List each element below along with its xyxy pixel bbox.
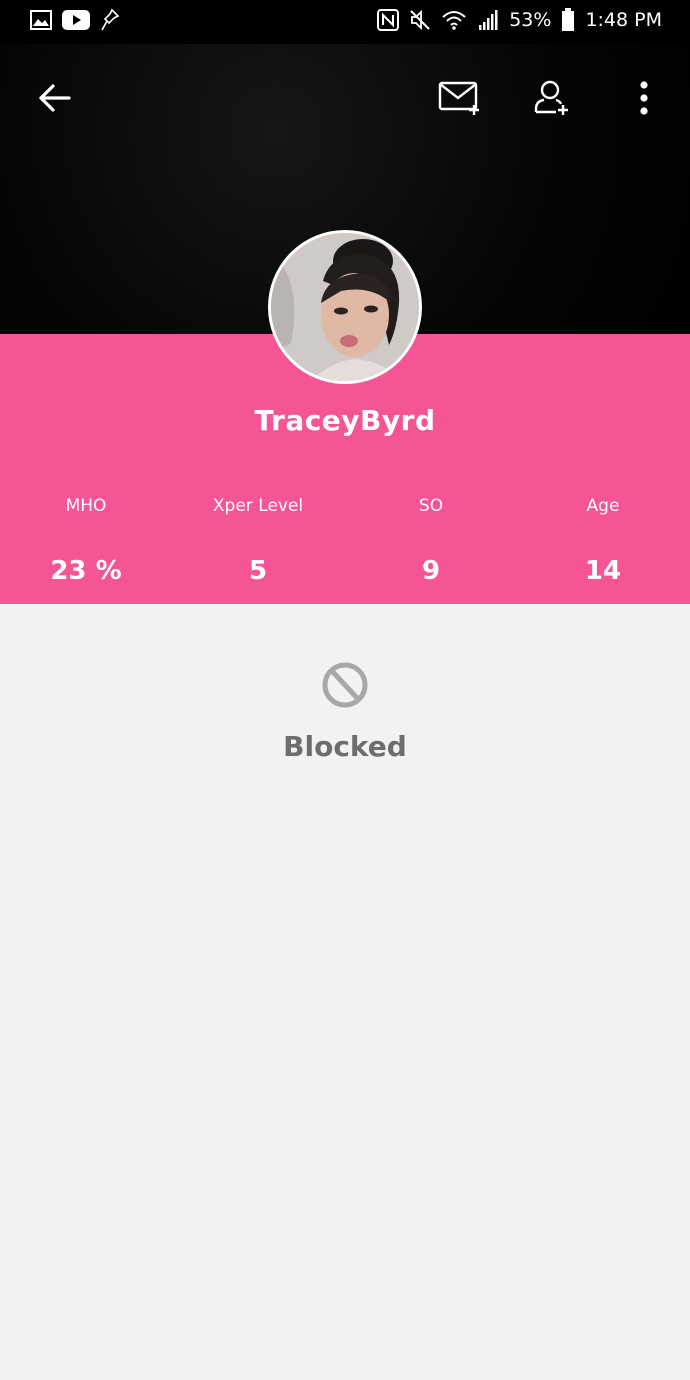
stat-label-so: SO — [418, 496, 444, 516]
nfc-icon — [377, 9, 400, 31]
user-plus-icon — [532, 79, 572, 121]
status-bar-right: 53% 1:48 PM — [377, 8, 662, 32]
stat-label-xper-level: Xper Level — [212, 496, 304, 516]
stat-label-age: Age — [586, 496, 620, 516]
stat-value-so: 9 — [421, 556, 441, 586]
more-vertical-icon — [639, 81, 649, 119]
follow-button[interactable] — [526, 74, 578, 126]
clock: 1:48 PM — [585, 9, 662, 31]
battery-percent: 53% — [509, 9, 552, 31]
username: TraceyByrd — [254, 404, 436, 437]
battery-icon — [561, 8, 575, 32]
blocked-icon — [320, 660, 370, 714]
signal-icon — [477, 9, 499, 31]
stat-value-xper-level: 5 — [248, 556, 268, 586]
stat-value-mho: 23 % — [50, 556, 122, 586]
message-button[interactable] — [434, 74, 486, 126]
back-button[interactable] — [30, 76, 78, 124]
pin-icon — [100, 8, 120, 32]
mute-icon — [409, 9, 431, 31]
avatar-photo — [271, 233, 419, 381]
mail-plus-icon — [438, 80, 482, 120]
stat-label-mho: MHO — [65, 496, 107, 516]
gallery-icon — [30, 10, 52, 30]
avatar[interactable] — [268, 230, 422, 384]
stat-value-age: 14 — [584, 556, 622, 586]
blocked-label: Blocked — [283, 730, 407, 763]
blocked-state — [0, 660, 690, 714]
youtube-icon — [62, 10, 90, 30]
wifi-icon — [441, 9, 467, 31]
arrow-left-icon — [37, 83, 71, 117]
more-button[interactable] — [620, 74, 668, 126]
status-bar-left — [30, 8, 120, 32]
status-bar: 53% 1:48 PM — [0, 0, 690, 44]
